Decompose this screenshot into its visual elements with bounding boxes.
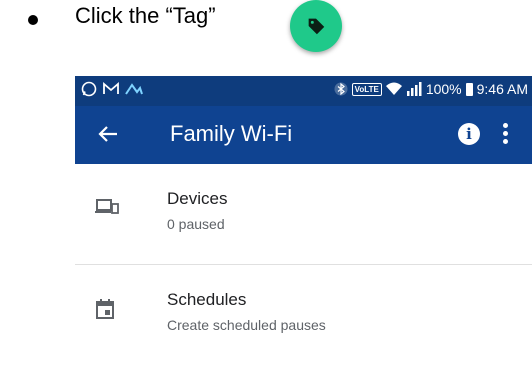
wifi-icon: [385, 82, 402, 95]
instruction-text: Click the “Tag”: [75, 3, 216, 28]
page-title: Family Wi-Fi: [170, 121, 293, 146]
gmail-icon: [103, 82, 119, 94]
bluetooth-icon: [334, 82, 348, 96]
whatsapp-icon: [81, 81, 97, 97]
calendar-icon: [96, 299, 114, 319]
tag-icon: [308, 18, 325, 35]
app-bar: Family Wi-Fi i: [75, 106, 532, 164]
phone-screen: VoLTE 100% 9:46 AM Family Wi-Fi i Device…: [75, 76, 532, 365]
tag-fab-button[interactable]: [290, 0, 342, 52]
clock: 9:46 AM: [476, 81, 528, 97]
list-item-subtitle: Create scheduled pauses: [167, 317, 326, 333]
instruction: Click the “Tag”: [0, 0, 532, 68]
list-item-subtitle: 0 paused: [167, 216, 225, 232]
bullet-point: [28, 15, 38, 25]
volte-badge: VoLTE: [351, 82, 382, 96]
info-icon[interactable]: i: [458, 123, 480, 145]
more-options-icon[interactable]: [503, 123, 509, 147]
settings-list: Devices 0 paused Schedules Create schedu…: [75, 164, 532, 365]
signal-icon: [406, 82, 422, 96]
devices-icon: [95, 199, 119, 214]
back-arrow-icon[interactable]: [97, 123, 119, 145]
list-item-devices[interactable]: Devices 0 paused: [75, 164, 532, 264]
app-notification-icon: [125, 83, 143, 95]
list-item-label: Devices: [167, 189, 228, 208]
battery-icon: [465, 82, 473, 96]
battery-percent: 100%: [425, 81, 462, 97]
list-item-schedules[interactable]: Schedules Create scheduled pauses: [75, 265, 532, 365]
list-item-label: Schedules: [167, 290, 247, 309]
status-bar: VoLTE 100% 9:46 AM: [75, 76, 532, 106]
